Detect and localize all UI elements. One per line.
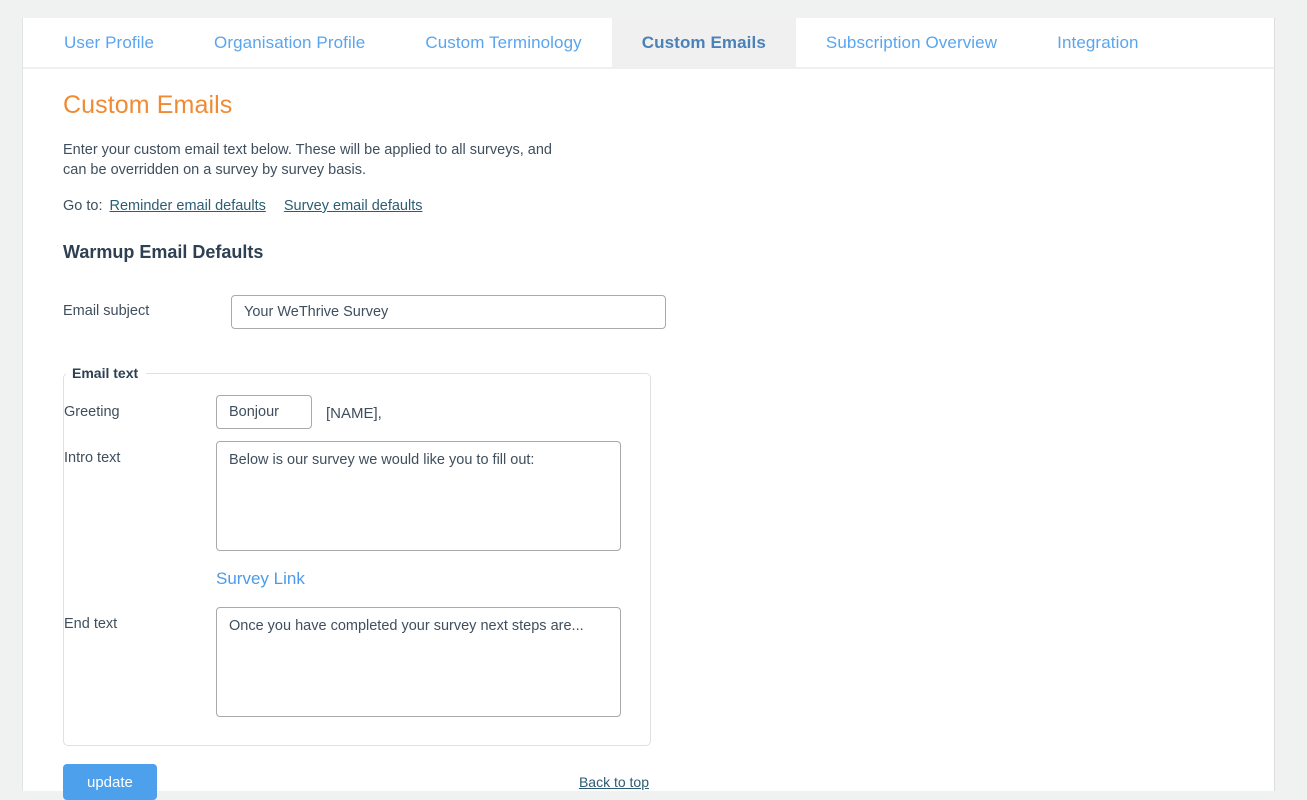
page-content: Custom Emails Enter your custom email te… — [23, 69, 1274, 800]
tab-custom-emails[interactable]: Custom Emails — [611, 18, 796, 67]
app-panel: User Profile Organisation Profile Custom… — [22, 18, 1275, 800]
intro-text-textarea[interactable] — [216, 441, 621, 551]
tab-label: Organisation Profile — [214, 32, 366, 52]
end-text-textarea[interactable] — [216, 607, 621, 717]
survey-link-row: Survey Link — [64, 569, 650, 589]
tab-user-profile[interactable]: User Profile — [34, 18, 184, 67]
page-description: Enter your custom email text below. Thes… — [63, 142, 552, 178]
survey-link[interactable]: Survey Link — [216, 569, 305, 589]
survey-link-spacer — [64, 569, 216, 589]
greeting-input[interactable] — [216, 395, 312, 429]
email-text-legend: Email text — [72, 365, 139, 381]
update-button[interactable]: update — [63, 764, 157, 800]
page-title: Custom Emails — [63, 91, 233, 119]
greeting-label: Greeting — [64, 404, 120, 420]
end-text-row: End text — [64, 607, 650, 717]
warmup-section-title: Warmup Email Defaults — [63, 242, 264, 262]
tab-label: Subscription Overview — [825, 32, 998, 52]
link-reminder-email-defaults[interactable]: Reminder email defaults — [110, 198, 266, 214]
tab-label: Integration — [1057, 32, 1139, 52]
email-subject-row: Email subject — [63, 295, 1274, 329]
back-to-top-link[interactable]: Back to top — [579, 774, 651, 790]
email-subject-label: Email subject — [63, 303, 150, 319]
tab-subscription-overview[interactable]: Subscription Overview — [796, 18, 1027, 67]
intro-text-row: Intro text — [64, 441, 650, 551]
tab-custom-terminology[interactable]: Custom Terminology — [395, 18, 611, 67]
intro-text-label: Intro text — [64, 450, 121, 466]
goto-label: Go to: — [63, 198, 103, 214]
tab-label: User Profile — [64, 32, 155, 52]
email-subject-input[interactable] — [231, 295, 666, 329]
tab-label: Custom Terminology — [425, 32, 582, 52]
greeting-row: Greeting [NAME], — [64, 395, 650, 429]
email-text-fieldset: Email text Greeting [NAME], Intro text S… — [63, 365, 651, 746]
tab-label: Custom Emails — [641, 32, 766, 52]
greeting-name-placeholder: [NAME], — [326, 405, 382, 422]
end-text-label: End text — [64, 616, 118, 632]
tab-integration[interactable]: Integration — [1027, 18, 1168, 67]
goto-links-row: Go to: Reminder email defaults Survey emai… — [63, 198, 1274, 214]
tab-organisation-profile[interactable]: Organisation Profile — [184, 18, 395, 67]
form-footer: update Back to top — [63, 764, 651, 800]
link-survey-email-defaults[interactable]: Survey email defaults — [284, 198, 423, 214]
settings-tab-bar: User Profile Organisation Profile Custom… — [23, 18, 1274, 69]
